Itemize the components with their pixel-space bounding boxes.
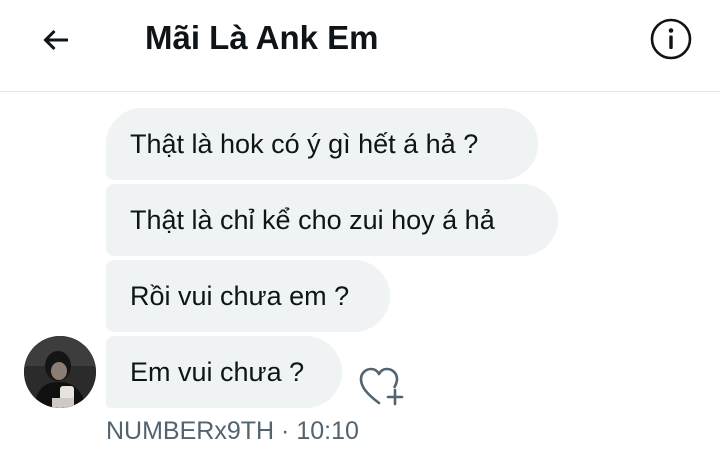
conversation-title[interactable]: Mãi Là Ank Em <box>145 18 379 58</box>
message-meta: NUMBERx9TH · 10:10 <box>106 414 359 448</box>
message-bubble[interactable]: Thật là chỉ kể cho zui hoy á hả <box>106 184 558 256</box>
heart-plus-icon <box>359 367 404 406</box>
meta-separator: · <box>281 417 290 445</box>
sender-avatar[interactable] <box>24 336 96 408</box>
arrow-left-icon <box>43 29 68 51</box>
conversation-header: Mãi Là Ank Em <box>0 0 720 92</box>
message-bubble[interactable]: Thật là hok có ý gì hết á hả ? <box>106 108 538 180</box>
info-button[interactable] <box>648 16 694 62</box>
message-text: Thật là hok có ý gì hết á hả ? <box>130 128 479 159</box>
info-circle-icon <box>650 18 692 60</box>
message-bubble[interactable]: Em vui chưa ? <box>106 336 342 408</box>
sender-name[interactable]: NUMBERx9TH <box>106 417 274 445</box>
message-time: 10:10 <box>296 417 359 445</box>
message-text: Rồi vui chưa em ? <box>130 280 350 311</box>
message-text: Em vui chưa ? <box>130 356 305 387</box>
avatar-photo <box>24 336 96 408</box>
message-text: Thật là chỉ kể cho zui hoy á hả <box>130 204 495 235</box>
add-reaction-button[interactable] <box>356 362 408 410</box>
dm-conversation-screen: Mãi Là Ank Em Thật là hok có ý gì hết á … <box>0 0 720 462</box>
back-button[interactable] <box>34 18 78 62</box>
message-bubble[interactable]: Rồi vui chưa em ? <box>106 260 390 332</box>
